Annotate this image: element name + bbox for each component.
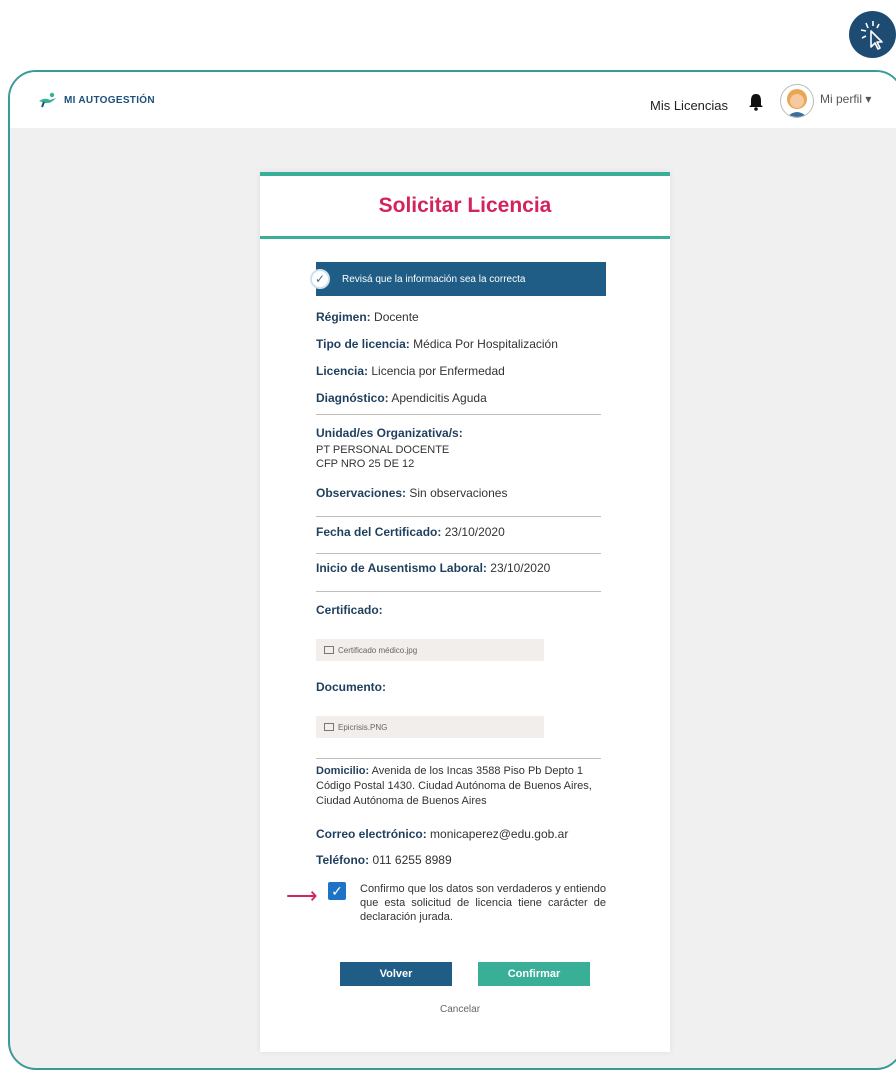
nav-mis-licencias[interactable]: Mis Licencias (650, 98, 728, 113)
field-licencia: Licencia: Licencia por Enfermedad (316, 364, 505, 378)
diagnostico-value: Apendicitis Aguda (391, 391, 487, 405)
field-domicilio: Domicilio: Avenida de los Incas 3588 Pis… (316, 764, 601, 809)
top-bar: MI AUTOGESTIÓN Mis Licencias Mi perfil ▾ (10, 72, 896, 128)
cancel-link[interactable]: Cancelar (440, 1004, 480, 1015)
licencia-value: Licencia por Enfermedad (371, 364, 505, 378)
divider (316, 553, 601, 554)
field-regimen: Régimen: Docente (316, 310, 419, 324)
unidad-line-2: CFP NRO 25 DE 12 (316, 458, 415, 470)
logo[interactable]: MI AUTOGESTIÓN (38, 92, 155, 108)
bell-icon[interactable] (748, 93, 764, 111)
documento-file[interactable]: Epicrisis.PNG (316, 716, 544, 738)
field-unidad: Unidad/es Organizativa/s: (316, 426, 463, 440)
check-circle-icon: ✓ (310, 269, 330, 289)
app-name: MI AUTOGESTIÓN (64, 94, 155, 106)
correo-value: monicaperez@edu.gob.ar (430, 827, 569, 841)
unidad-line-1: PT PERSONAL DOCENTE (316, 444, 450, 456)
fecha-label: Fecha del Certificado: (316, 525, 442, 539)
regimen-label: Régimen: (316, 310, 371, 324)
domicilio-label: Domicilio: (316, 765, 370, 777)
certificado-label: Certificado: (316, 603, 383, 617)
licencia-label: Licencia: (316, 364, 369, 378)
field-telefono: Teléfono: 011 6255 8989 (316, 853, 452, 867)
field-correo: Correo electrónico: monicaperez@edu.gob.… (316, 827, 568, 841)
user-avatar-icon (787, 89, 807, 117)
fecha-value: 23/10/2020 (444, 525, 505, 539)
image-file-icon (324, 723, 334, 731)
telefono-label: Teléfono: (316, 853, 370, 867)
correo-label: Correo electrónico: (316, 827, 427, 841)
diagnostico-label: Diagnóstico: (316, 391, 389, 405)
field-diagnostico: Diagnóstico: Apendicitis Aguda (316, 391, 487, 405)
documento-filename: Epicrisis.PNG (338, 722, 388, 732)
tipo-label: Tipo de licencia: (316, 337, 410, 351)
divider (316, 758, 601, 759)
tipo-value: Médica Por Hospitalización (413, 337, 558, 351)
request-card: Solicitar Licencia ✓ Revisá que la infor… (260, 172, 670, 1052)
field-inicio-ausentismo: Inicio de Ausentismo Laboral: 23/10/2020 (316, 561, 550, 575)
pointer-click-icon (860, 21, 883, 50)
divider (316, 591, 601, 592)
field-fecha-certificado: Fecha del Certificado: 23/10/2020 (316, 525, 505, 539)
cursor-assist-button[interactable] (849, 11, 896, 58)
profile-menu[interactable]: Mi perfil ▾ (820, 92, 871, 106)
image-file-icon (324, 646, 334, 654)
observaciones-label: Observaciones: (316, 486, 407, 500)
review-banner: ✓ Revisá que la información sea la corre… (310, 262, 606, 296)
inicio-value: 23/10/2020 (490, 561, 551, 575)
documento-label: Documento: (316, 680, 386, 694)
certificado-filename: Certificado médico.jpg (338, 645, 418, 655)
confirm-checkbox[interactable]: ✓ (328, 882, 346, 900)
field-documento: Documento: (316, 680, 386, 694)
page-title: Solicitar Licencia (378, 194, 552, 217)
avatar[interactable] (780, 84, 814, 118)
confirm-button[interactable]: Confirmar (478, 962, 590, 986)
certificado-file[interactable]: Certificado médico.jpg (316, 639, 544, 661)
divider (316, 414, 601, 415)
confirm-text: Confirmo que los datos son verdaderos y … (360, 883, 606, 923)
logo-icon (39, 92, 56, 108)
telefono-value: 011 6255 8989 (372, 853, 452, 867)
observaciones-value: Sin observaciones (409, 486, 508, 500)
arrow-right-icon: ⟶ (286, 883, 318, 908)
divider (316, 516, 601, 517)
field-observaciones: Observaciones: Sin observaciones (316, 486, 507, 500)
app-frame: MI AUTOGESTIÓN Mis Licencias Mi perfil ▾… (8, 70, 896, 1070)
unidad-label: Unidad/es Organizativa/s: (316, 426, 463, 440)
regimen-value: Docente (374, 310, 419, 324)
card-title-separator (260, 236, 670, 239)
field-certificado: Certificado: (316, 603, 383, 617)
field-tipo: Tipo de licencia: Médica Por Hospitaliza… (316, 337, 558, 351)
banner-text: Revisá que la información sea la correct… (342, 273, 526, 285)
back-button[interactable]: Volver (340, 962, 452, 986)
inicio-label: Inicio de Ausentismo Laboral: (316, 561, 487, 575)
